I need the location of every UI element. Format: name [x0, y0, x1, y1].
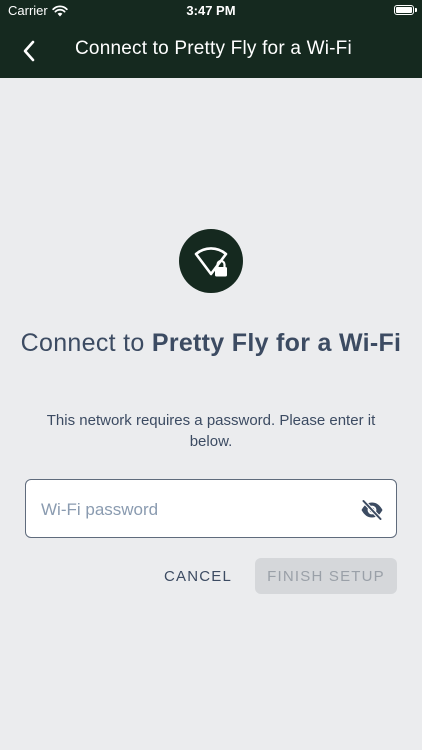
password-required-text: This network requires a password. Please… — [46, 412, 376, 450]
status-time: 3:47 PM — [186, 3, 236, 18]
cancel-button[interactable]: CANCEL — [158, 559, 238, 594]
chevron-left-icon — [23, 40, 35, 62]
connect-heading: Connect to Pretty Fly for a Wi-Fi — [20, 326, 402, 360]
password-field — [25, 479, 397, 538]
wifi-lock-glyph — [194, 247, 228, 277]
heading-prefix: Connect to — [20, 329, 152, 357]
wifi-lock-icon — [179, 229, 243, 293]
status-bar: Carrier 3:47 PM — [0, 0, 422, 22]
page-title: Connect to Pretty Fly for a Wi-Fi — [75, 38, 352, 59]
network-name: Pretty Fly for a Wi-Fi — [151, 329, 402, 357]
finish-setup-button[interactable]: FINISH SETUP — [255, 558, 397, 594]
password-input[interactable] — [39, 494, 343, 526]
battery-icon — [394, 5, 417, 15]
navigation-bar: Connect to Pretty Fly for a Wi-Fi — [0, 22, 422, 78]
back-button[interactable] — [14, 36, 44, 66]
eye-slash-icon[interactable] — [360, 498, 384, 522]
